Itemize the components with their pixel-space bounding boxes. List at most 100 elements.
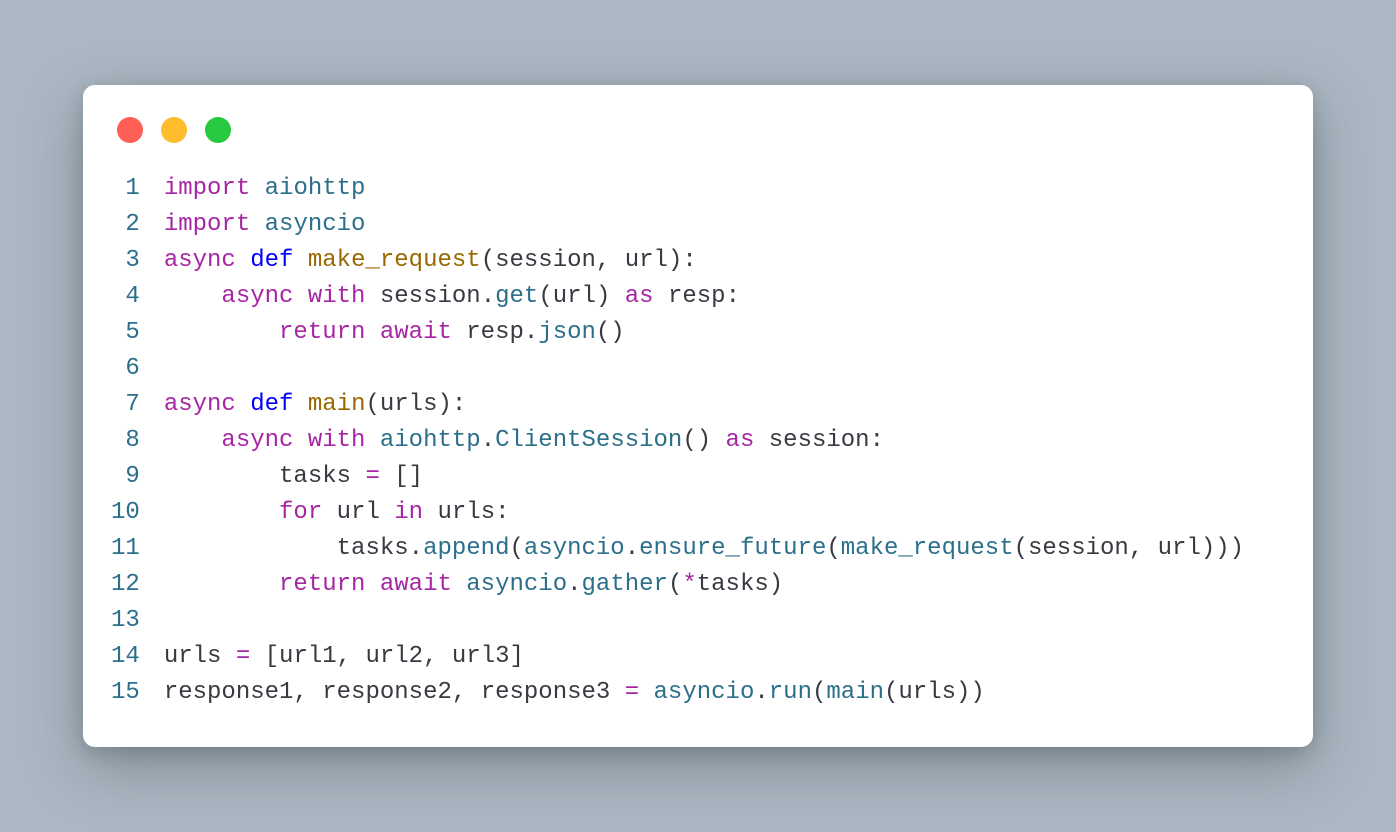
token-kw: for [279, 499, 322, 526]
token-kw: with [308, 427, 366, 454]
token-txt [380, 463, 394, 490]
token-punc: , [596, 247, 610, 274]
token-kw: return [279, 319, 365, 346]
code-line[interactable]: urls = [url1, url2, url3] [164, 639, 1244, 675]
token-txt [1143, 535, 1157, 562]
token-txt [250, 211, 264, 238]
line-number: 13 [111, 603, 140, 639]
token-punc: . [524, 319, 538, 346]
token-punc: : [726, 283, 740, 310]
token-txt [164, 319, 279, 346]
token-txt: url1 [279, 643, 337, 670]
token-punc: , [1129, 535, 1143, 562]
code-line[interactable]: async def main(urls): [164, 387, 1244, 423]
token-txt [610, 679, 624, 706]
token-txt: response3 [481, 679, 611, 706]
token-par: ( [538, 283, 552, 310]
token-punc: , [293, 679, 307, 706]
token-txt [452, 319, 466, 346]
token-txt: urls [164, 643, 222, 670]
token-txt: session [380, 283, 481, 310]
token-punc: . [754, 679, 768, 706]
token-txt [322, 499, 336, 526]
code-line[interactable]: import asyncio [164, 207, 1244, 243]
token-txt [308, 679, 322, 706]
token-par: ( [365, 391, 379, 418]
token-kw: await [380, 571, 452, 598]
token-txt [164, 535, 337, 562]
token-txt: url [553, 283, 596, 310]
token-kw: async [221, 283, 293, 310]
code-line[interactable]: response1, response2, response3 = asynci… [164, 675, 1244, 711]
token-punc: . [625, 535, 639, 562]
token-txt: response2 [322, 679, 452, 706]
token-op: = [236, 643, 250, 670]
token-call: gather [582, 571, 668, 598]
token-mod: aiohttp [380, 427, 481, 454]
token-txt: response1 [164, 679, 294, 706]
token-mod: asyncio [654, 679, 755, 706]
token-txt: urls [898, 679, 956, 706]
token-txt: url [625, 247, 668, 274]
token-txt [351, 643, 365, 670]
line-number: 1 [111, 171, 140, 207]
code-line[interactable]: async with aiohttp.ClientSession() as se… [164, 423, 1244, 459]
line-number-gutter: 123456789101112131415 [111, 171, 164, 711]
token-txt [293, 391, 307, 418]
code-line[interactable] [164, 351, 1244, 387]
token-op: = [625, 679, 639, 706]
token-txt: tasks [279, 463, 351, 490]
token-txt [423, 499, 437, 526]
token-par: ): [668, 247, 697, 274]
code-line[interactable]: for url in urls: [164, 495, 1244, 531]
code-line[interactable]: return await resp.json() [164, 315, 1244, 351]
line-number: 5 [111, 315, 140, 351]
line-number: 9 [111, 459, 140, 495]
code-line[interactable]: import aiohttp [164, 171, 1244, 207]
close-icon[interactable] [117, 117, 143, 143]
code-line[interactable]: return await asyncio.gather(*tasks) [164, 567, 1244, 603]
token-txt: urls [438, 499, 496, 526]
token-punc: . [481, 283, 495, 310]
token-txt [250, 643, 264, 670]
token-par: ( [1014, 535, 1028, 562]
line-number: 15 [111, 675, 140, 711]
token-mod: aiohttp [265, 175, 366, 202]
token-txt [711, 427, 725, 454]
token-txt: tasks [337, 535, 409, 562]
token-call: ensure_future [639, 535, 826, 562]
token-call: append [423, 535, 509, 562]
token-par: ( [509, 535, 523, 562]
code-line[interactable]: async def make_request(session, url): [164, 243, 1244, 279]
token-punc: . [481, 427, 495, 454]
code-line[interactable]: tasks = [] [164, 459, 1244, 495]
code-line[interactable] [164, 603, 1244, 639]
token-punc: . [567, 571, 581, 598]
line-number: 2 [111, 207, 140, 243]
token-txt: url3 [452, 643, 510, 670]
token-punc: , [337, 643, 351, 670]
token-par: ( [481, 247, 495, 274]
token-par: ( [884, 679, 898, 706]
token-par: ( [826, 535, 840, 562]
token-par: ( [668, 571, 682, 598]
token-txt: tasks [697, 571, 769, 598]
token-txt [164, 427, 222, 454]
zoom-icon[interactable] [205, 117, 231, 143]
code-content[interactable]: import aiohttpimport asyncioasync def ma… [164, 171, 1244, 711]
token-par: ) [596, 283, 610, 310]
token-kw: await [380, 319, 452, 346]
token-txt [293, 283, 307, 310]
token-punc: : [495, 499, 509, 526]
code-line[interactable]: async with session.get(url) as resp: [164, 279, 1244, 315]
code-editor[interactable]: 123456789101112131415 import aiohttpimpo… [111, 171, 1285, 711]
token-def: def [250, 247, 293, 274]
token-txt: resp [466, 319, 524, 346]
token-par: )) [956, 679, 985, 706]
code-line[interactable]: tasks.append(asyncio.ensure_future(make_… [164, 531, 1244, 567]
token-txt: url2 [365, 643, 423, 670]
token-txt [452, 571, 466, 598]
token-txt [250, 175, 264, 202]
token-txt [164, 283, 222, 310]
minimize-icon[interactable] [161, 117, 187, 143]
